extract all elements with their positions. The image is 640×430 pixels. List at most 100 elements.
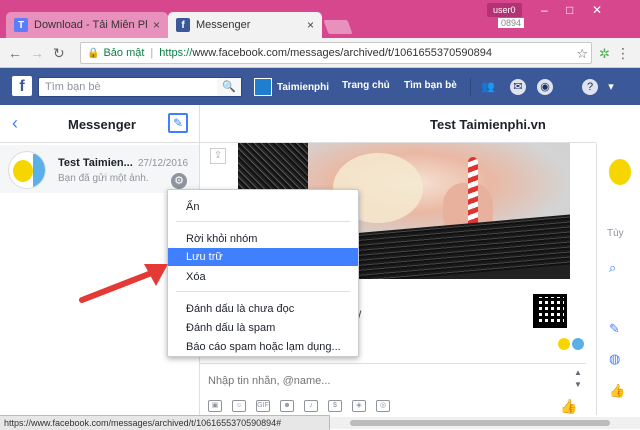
- camera-icon[interactable]: ◎: [376, 400, 390, 412]
- reload-icon[interactable]: ↻: [53, 45, 65, 62]
- forward-arrow-icon[interactable]: →: [30, 45, 44, 61]
- mic-icon[interactable]: ♪: [304, 400, 318, 412]
- message-input[interactable]: [208, 372, 568, 390]
- lock-icon: 🔒: [87, 47, 100, 59]
- chrome-menu-icon[interactable]: ⋮: [616, 45, 630, 62]
- arrow-shaft: [79, 269, 157, 303]
- photo-icon[interactable]: ▣: [208, 400, 222, 412]
- edit-icon[interactable]: ✎: [609, 321, 620, 337]
- emoji-icon[interactable]: ☻: [280, 400, 294, 412]
- profile-link[interactable]: Taimienphi: [254, 78, 329, 96]
- status-bar: https://www.facebook.com/messages/archiv…: [0, 415, 330, 430]
- avatar-face: [609, 159, 631, 185]
- chat-title: Test Taimienphi.vn: [430, 117, 546, 132]
- facebook-search-input[interactable]: Tìm bạn bè: [38, 77, 242, 97]
- overlay-fragment: 0894: [498, 18, 525, 28]
- avatar: [254, 78, 272, 96]
- scroll-down-icon[interactable]: ▼: [574, 380, 582, 389]
- sticker-icon[interactable]: ☺: [232, 400, 246, 412]
- tab-title: Messenger: [196, 19, 251, 31]
- avatar-side: [33, 154, 45, 188]
- menu-item-hide[interactable]: Ẩn: [168, 198, 358, 216]
- messages-icon[interactable]: ✉: [510, 79, 526, 95]
- horizontal-scrollbar[interactable]: [330, 417, 640, 429]
- chevron-down-icon[interactable]: ▾: [603, 79, 619, 95]
- tab-strip: T Download - Tải Miễn Phí × f Messenger …: [0, 0, 640, 38]
- secure-label: Bảo mật: [103, 47, 145, 59]
- gear-icon[interactable]: ⚙: [171, 173, 187, 189]
- avatar: [603, 155, 637, 189]
- seen-avatar: [558, 338, 570, 350]
- conversation-preview: Bạn đã gửi một ảnh.: [58, 173, 149, 184]
- page-title: Messenger: [68, 117, 136, 132]
- close-tab-icon[interactable]: ×: [153, 18, 160, 32]
- share-icon[interactable]: ⇪: [210, 148, 226, 164]
- seen-avatar: [572, 338, 584, 350]
- new-tab-button[interactable]: [323, 20, 353, 34]
- messenger-header: ‹ Messenger ✎: [0, 105, 199, 143]
- menu-item-report[interactable]: Báo cáo spam hoặc lạm dụng...: [168, 338, 358, 356]
- menu-item-archive[interactable]: Lưu trữ: [168, 248, 358, 266]
- menu-divider: [176, 221, 350, 222]
- composer: ▲ ▼ ▣ ☺ GIF ☻ ♪ $ ◈ ◎ 👍: [200, 363, 586, 415]
- taimienphi-favicon-icon: T: [14, 18, 28, 32]
- avatar-face: [13, 160, 33, 182]
- gif-icon[interactable]: GIF: [256, 400, 270, 412]
- close-tab-icon[interactable]: ×: [307, 18, 314, 32]
- browser-toolbar: ← → ↻ 🔒 Bảo mật | https:// www.facebook.…: [0, 38, 640, 68]
- profile-badge[interactable]: user0: [487, 3, 522, 17]
- menu-item-delete[interactable]: Xóa: [168, 268, 358, 286]
- divider: [470, 78, 471, 96]
- like-icon[interactable]: 👍: [609, 383, 625, 399]
- menu-item-mark-unread[interactable]: Đánh dấu là chưa đọc: [168, 300, 358, 318]
- friend-requests-icon[interactable]: 👥: [480, 79, 496, 95]
- menu-divider: [176, 291, 350, 292]
- qr-code: [533, 294, 567, 328]
- chat-header: Test Taimienphi.vn: [200, 105, 596, 143]
- tab-download[interactable]: T Download - Tải Miễn Phí ×: [6, 12, 168, 38]
- extension-icon[interactable]: ✲: [599, 46, 610, 62]
- close-window-icon[interactable]: ✕: [592, 3, 602, 17]
- url-path: www.facebook.com/messages/archived/t/106…: [192, 47, 492, 59]
- scrollbar-thumb[interactable]: [350, 420, 610, 426]
- profile-name: Taimienphi: [277, 81, 330, 93]
- composer-toolbar: ▣ ☺ GIF ☻ ♪ $ ◈ ◎: [208, 400, 390, 412]
- game-icon[interactable]: ◈: [352, 400, 366, 412]
- scroll-up-icon[interactable]: ▲: [574, 368, 582, 377]
- menu-item-mark-spam[interactable]: Đánh dấu là spam: [168, 319, 358, 337]
- back-arrow-icon[interactable]: ←: [8, 45, 22, 61]
- conversation-date: 27/12/2016: [138, 158, 189, 169]
- avatar: [8, 151, 46, 189]
- conversation-name: Test Taimien...: [58, 157, 133, 169]
- palette-icon[interactable]: ◍: [609, 351, 620, 367]
- address-bar[interactable]: 🔒 Bảo mật | https:// www.facebook.com/me…: [80, 42, 592, 64]
- bookmark-star-icon[interactable]: ☆: [576, 46, 588, 62]
- money-icon[interactable]: $: [328, 400, 342, 412]
- browser-window: T Download - Tải Miễn Phí × f Messenger …: [0, 0, 640, 430]
- search-icon[interactable]: ⌕: [609, 260, 616, 276]
- like-icon[interactable]: 👍: [560, 398, 577, 415]
- tab-title: Download - Tải Miễn Phí: [34, 19, 147, 31]
- nav-home[interactable]: Trang chủ: [342, 80, 390, 91]
- minimize-icon[interactable]: –: [541, 3, 548, 17]
- conversation-context-menu: Ẩn Rời khỏi nhóm Lưu trữ Xóa Đánh dấu là…: [167, 189, 359, 357]
- candy-cane: [468, 157, 478, 227]
- menu-item-leave-group[interactable]: Rời khỏi nhóm: [168, 230, 358, 248]
- facebook-favicon-icon: f: [176, 18, 190, 32]
- facebook-logo-icon[interactable]: f: [12, 76, 32, 96]
- url-scheme: https://: [159, 47, 193, 59]
- help-icon[interactable]: ?: [582, 79, 598, 95]
- options-label: Tùy: [607, 228, 624, 239]
- facebook-bar: f Tìm bạn bè 🔍 Taimienphi Trang chủ Tìm …: [0, 68, 640, 105]
- nav-find-friends[interactable]: Tìm bạn bè: [404, 80, 457, 91]
- compose-icon[interactable]: ✎: [168, 113, 188, 133]
- annotation-arrow-icon: [79, 264, 168, 303]
- tab-messenger[interactable]: f Messenger ×: [168, 12, 322, 38]
- back-icon[interactable]: ‹: [12, 113, 18, 134]
- notifications-globe-icon[interactable]: ◉: [537, 79, 553, 95]
- maximize-icon[interactable]: □: [566, 3, 573, 17]
- list-item[interactable]: Test Taimien... 27/12/2016 Bạn đã gửi mộ…: [0, 145, 199, 193]
- info-panel: Tùy ⌕ ✎ ◍ 👍: [596, 143, 640, 415]
- search-icon[interactable]: 🔍: [217, 78, 241, 96]
- divider: |: [150, 47, 154, 59]
